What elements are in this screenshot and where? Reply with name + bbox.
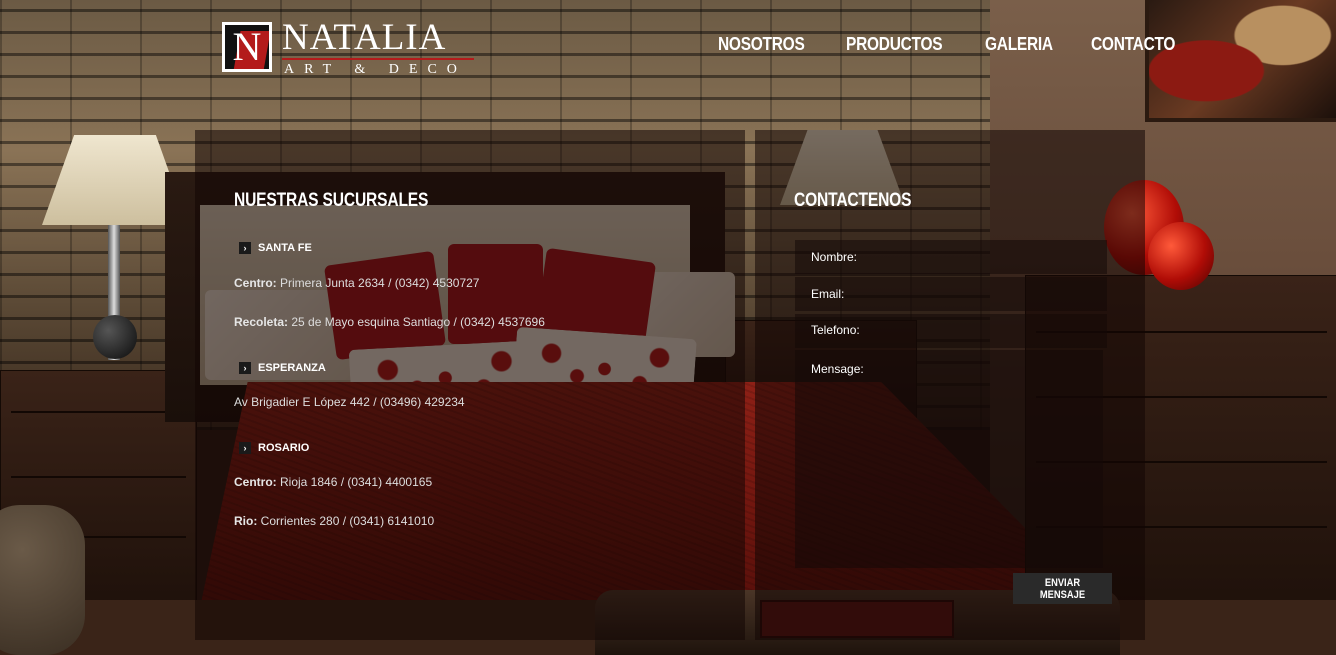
logo-name: NATALIA bbox=[282, 17, 447, 58]
send-message-button[interactable]: ENVIAR MENSAJE bbox=[1013, 573, 1112, 604]
branch-address: Centro: Primera Junta 2634 / (0342) 4530… bbox=[234, 276, 479, 290]
logo[interactable]: N NATALIA ART & DECO bbox=[222, 17, 477, 77]
message-label: Mensage: bbox=[811, 362, 864, 376]
lamp-base bbox=[93, 315, 137, 359]
armchair bbox=[0, 505, 85, 655]
branch-heading-esperanza: › ESPERANZA bbox=[239, 362, 326, 374]
branch-address-text: Corrientes 280 / (0341) 6141010 bbox=[257, 514, 435, 528]
branch-address-label: Centro: bbox=[234, 276, 277, 290]
branch-address-text: Primera Junta 2634 / (0342) 4530727 bbox=[276, 276, 480, 290]
email-label: Email: bbox=[811, 287, 845, 301]
nav-galeria[interactable]: GALERIA bbox=[985, 34, 1053, 55]
branch-heading-santa-fe: › SANTA FE bbox=[239, 242, 312, 254]
chevron-right-icon: › bbox=[239, 362, 251, 374]
branch-address-label: Recoleta: bbox=[234, 315, 289, 329]
message-field[interactable] bbox=[795, 350, 1103, 568]
chevron-right-icon: › bbox=[239, 442, 251, 454]
branch-address: Rio: Corrientes 280 / (0341) 6141010 bbox=[234, 514, 434, 528]
logo-rule bbox=[282, 58, 474, 60]
branch-address: Centro: Rioja 1846 / (0341) 4400165 bbox=[234, 475, 432, 489]
branch-heading-rosario: › ROSARIO bbox=[239, 442, 309, 454]
branch-address-label: Rio: bbox=[234, 514, 258, 528]
logo-mark-letter: N bbox=[232, 24, 262, 69]
branch-address-text: 25 de Mayo esquina Santiago / (0342) 453… bbox=[288, 315, 545, 329]
chevron-right-icon: › bbox=[239, 242, 251, 254]
wall-painting bbox=[1145, 0, 1336, 122]
red-vase bbox=[1148, 222, 1214, 290]
branch-address-text: Rioja 1846 / (0341) 4400165 bbox=[276, 475, 433, 489]
branch-address: Av Brigadier E López 442 / (03496) 42923… bbox=[234, 395, 465, 409]
branch-address-text: Av Brigadier E López 442 / (03496) 42923… bbox=[234, 395, 465, 409]
send-message-label: ENVIAR MENSAJE bbox=[1039, 576, 1086, 601]
branch-city: ESPERANZA bbox=[258, 362, 326, 374]
branch-address: Recoleta: 25 de Mayo esquina Santiago / … bbox=[234, 315, 545, 329]
branch-city: ROSARIO bbox=[258, 442, 310, 454]
nav-contacto[interactable]: CONTACTO bbox=[1091, 34, 1175, 55]
branch-city: SANTA FE bbox=[258, 242, 312, 254]
name-label: Nombre: bbox=[811, 250, 858, 264]
contact-title: CONTACTENOS bbox=[794, 190, 912, 211]
main-nav: NOSOTROS PRODUCTOS GALERIA CONTACTO bbox=[718, 34, 1178, 55]
nav-nosotros[interactable]: NOSOTROS bbox=[718, 34, 805, 55]
logo-tagline: ART & DECO bbox=[284, 62, 467, 77]
branches-title: NUESTRAS SUCURSALES bbox=[234, 190, 429, 211]
nav-productos[interactable]: PRODUCTOS bbox=[846, 34, 943, 55]
branch-address-label: Centro: bbox=[234, 475, 277, 489]
logo-mark: N bbox=[222, 22, 272, 72]
phone-label: Telefono: bbox=[811, 323, 860, 337]
